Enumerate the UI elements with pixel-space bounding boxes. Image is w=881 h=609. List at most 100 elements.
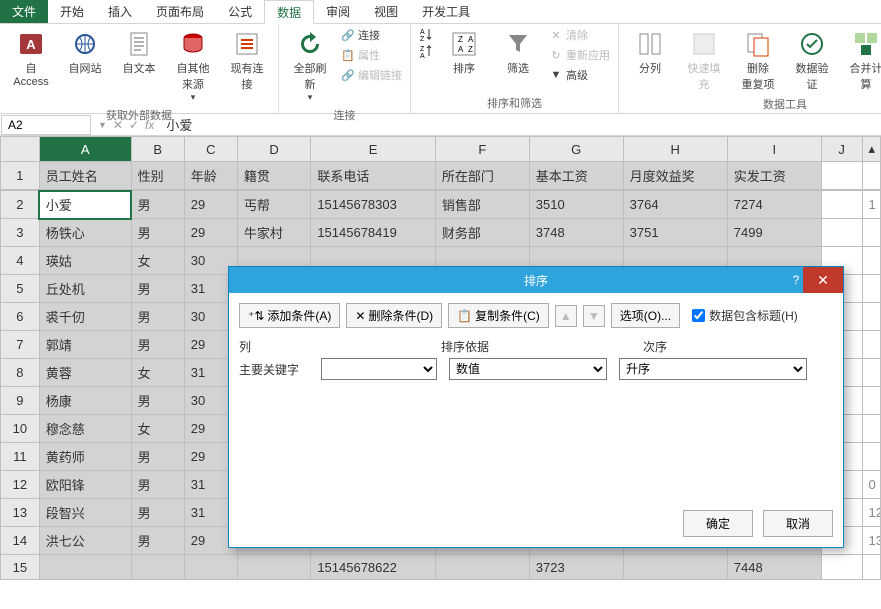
cell[interactable]: 财务部 bbox=[435, 219, 529, 247]
row-15[interactable]: 15 bbox=[1, 555, 40, 580]
col-B[interactable]: B bbox=[131, 137, 184, 162]
cell[interactable]: 月度效益奖 bbox=[623, 162, 727, 190]
options-button[interactable]: 选项(O)... bbox=[611, 303, 680, 328]
row-1[interactable]: 1 bbox=[1, 162, 40, 190]
cell[interactable]: 3748 bbox=[529, 219, 623, 247]
cell[interactable] bbox=[623, 555, 727, 580]
cell[interactable]: 销售部 bbox=[435, 191, 529, 219]
cell[interactable]: 丘处机 bbox=[39, 275, 131, 303]
cell[interactable]: 杨铁心 bbox=[39, 219, 131, 247]
row-2[interactable]: 2 bbox=[1, 191, 40, 219]
cell[interactable]: 7499 bbox=[727, 219, 821, 247]
row-3[interactable]: 3 bbox=[1, 219, 40, 247]
col-D[interactable]: D bbox=[237, 137, 311, 162]
from-text-button[interactable]: 自文本 bbox=[114, 26, 164, 78]
cell[interactable]: 瑛姑 bbox=[39, 247, 131, 275]
cell[interactable] bbox=[131, 555, 184, 580]
cell[interactable] bbox=[184, 555, 237, 580]
sort-button[interactable]: ZAAZ 排序 bbox=[439, 26, 489, 78]
cell[interactable]: 性别 bbox=[131, 162, 184, 190]
from-access-button[interactable]: A 自 Access bbox=[6, 26, 56, 90]
refresh-all-button[interactable]: 全部刷新 ▾ bbox=[285, 26, 335, 105]
move-up-button[interactable]: ▲ bbox=[555, 305, 577, 327]
cell[interactable]: 黄蓉 bbox=[39, 359, 131, 387]
consolidate-button[interactable]: 合并计算 bbox=[841, 26, 881, 94]
from-other-button[interactable]: 自其他来源 ▾ bbox=[168, 26, 218, 105]
col-G[interactable]: G bbox=[529, 137, 623, 162]
row-11[interactable]: 11 bbox=[1, 443, 40, 471]
cell[interactable] bbox=[821, 219, 862, 247]
cell[interactable]: 男 bbox=[131, 443, 184, 471]
connections-link[interactable]: 🔗连接 bbox=[339, 26, 404, 44]
cell[interactable]: 男 bbox=[131, 471, 184, 499]
row-10[interactable]: 10 bbox=[1, 415, 40, 443]
cell[interactable] bbox=[435, 555, 529, 580]
advanced-filter-link[interactable]: ▼高级 bbox=[547, 66, 612, 84]
cancel-icon[interactable]: ✕ bbox=[113, 118, 123, 132]
cell[interactable]: 牛家村 bbox=[237, 219, 311, 247]
sort-asc-button[interactable]: AZ bbox=[417, 26, 435, 42]
formula-input[interactable]: 小爱 bbox=[160, 113, 881, 136]
cell[interactable]: 年龄 bbox=[184, 162, 237, 190]
cell[interactable] bbox=[821, 162, 862, 190]
existing-conn-button[interactable]: 现有连接 bbox=[222, 26, 272, 94]
cell[interactable]: 3510 bbox=[529, 191, 623, 219]
scroll-up-icon[interactable]: ▴ bbox=[862, 137, 880, 162]
name-box[interactable] bbox=[1, 115, 91, 135]
col-F[interactable]: F bbox=[435, 137, 529, 162]
dropdown-icon[interactable]: ▼ bbox=[98, 120, 107, 130]
cell[interactable]: 男 bbox=[131, 387, 184, 415]
cell[interactable]: 杨康 bbox=[39, 387, 131, 415]
copy-level-button[interactable]: 📋复制条件(C) bbox=[448, 303, 549, 328]
sort-on-select[interactable]: 数值 bbox=[449, 358, 607, 380]
cell[interactable] bbox=[821, 555, 862, 580]
text-to-columns-button[interactable]: 分列 bbox=[625, 26, 675, 78]
clear-filter-link[interactable]: ✕清除 bbox=[547, 26, 612, 44]
tab-view[interactable]: 视图 bbox=[362, 0, 410, 23]
cell[interactable]: 女 bbox=[131, 359, 184, 387]
col-E[interactable]: E bbox=[311, 137, 436, 162]
col-A[interactable]: A bbox=[39, 137, 131, 162]
row-8[interactable]: 8 bbox=[1, 359, 40, 387]
cell[interactable]: 洪七公 bbox=[39, 527, 131, 555]
from-web-button[interactable]: 自网站 bbox=[60, 26, 110, 78]
cell[interactable]: 联系电话 bbox=[311, 162, 436, 190]
data-validation-button[interactable]: 数据验 证 bbox=[787, 26, 837, 94]
cell[interactable]: 男 bbox=[131, 191, 184, 219]
fx-icon[interactable]: fx bbox=[145, 118, 154, 132]
row-5[interactable]: 5 bbox=[1, 275, 40, 303]
cell[interactable] bbox=[821, 191, 862, 219]
tab-file[interactable]: 文件 bbox=[0, 0, 48, 23]
tab-home[interactable]: 开始 bbox=[48, 0, 96, 23]
col-I[interactable]: I bbox=[727, 137, 821, 162]
tab-insert[interactable]: 插入 bbox=[96, 0, 144, 23]
add-level-button[interactable]: ⁺⇅添加条件(A) bbox=[239, 303, 340, 328]
cell[interactable]: 男 bbox=[131, 275, 184, 303]
select-all[interactable] bbox=[1, 137, 40, 162]
properties-link[interactable]: 📋属性 bbox=[339, 46, 404, 64]
cell[interactable]: 小爱 bbox=[39, 191, 131, 219]
cell[interactable]: 男 bbox=[131, 527, 184, 555]
cell[interactable]: 裘千仞 bbox=[39, 303, 131, 331]
cell[interactable]: 基本工资 bbox=[529, 162, 623, 190]
cell[interactable]: 丐帮 bbox=[237, 191, 311, 219]
cell[interactable]: 郭靖 bbox=[39, 331, 131, 359]
cell[interactable]: 所在部门 bbox=[435, 162, 529, 190]
tab-review[interactable]: 审阅 bbox=[314, 0, 362, 23]
tab-data[interactable]: 数据 bbox=[264, 0, 314, 24]
filter-button[interactable]: 筛选 bbox=[493, 26, 543, 78]
row-6[interactable]: 6 bbox=[1, 303, 40, 331]
cell[interactable]: 15145678419 bbox=[311, 219, 436, 247]
cell[interactable]: 3751 bbox=[623, 219, 727, 247]
cell[interactable]: 29 bbox=[184, 219, 237, 247]
cell[interactable]: 欧阳锋 bbox=[39, 471, 131, 499]
cell[interactable]: 员工姓名 bbox=[39, 162, 131, 190]
cell[interactable]: 3723 bbox=[529, 555, 623, 580]
move-down-button[interactable]: ▼ bbox=[583, 305, 605, 327]
flash-fill-button[interactable]: 快速填充 bbox=[679, 26, 729, 94]
cell[interactable]: 29 bbox=[184, 191, 237, 219]
col-J[interactable]: J bbox=[821, 137, 862, 162]
cell[interactable]: 15145678622 bbox=[311, 555, 436, 580]
cell[interactable]: 实发工资 bbox=[727, 162, 821, 190]
row-7[interactable]: 7 bbox=[1, 331, 40, 359]
